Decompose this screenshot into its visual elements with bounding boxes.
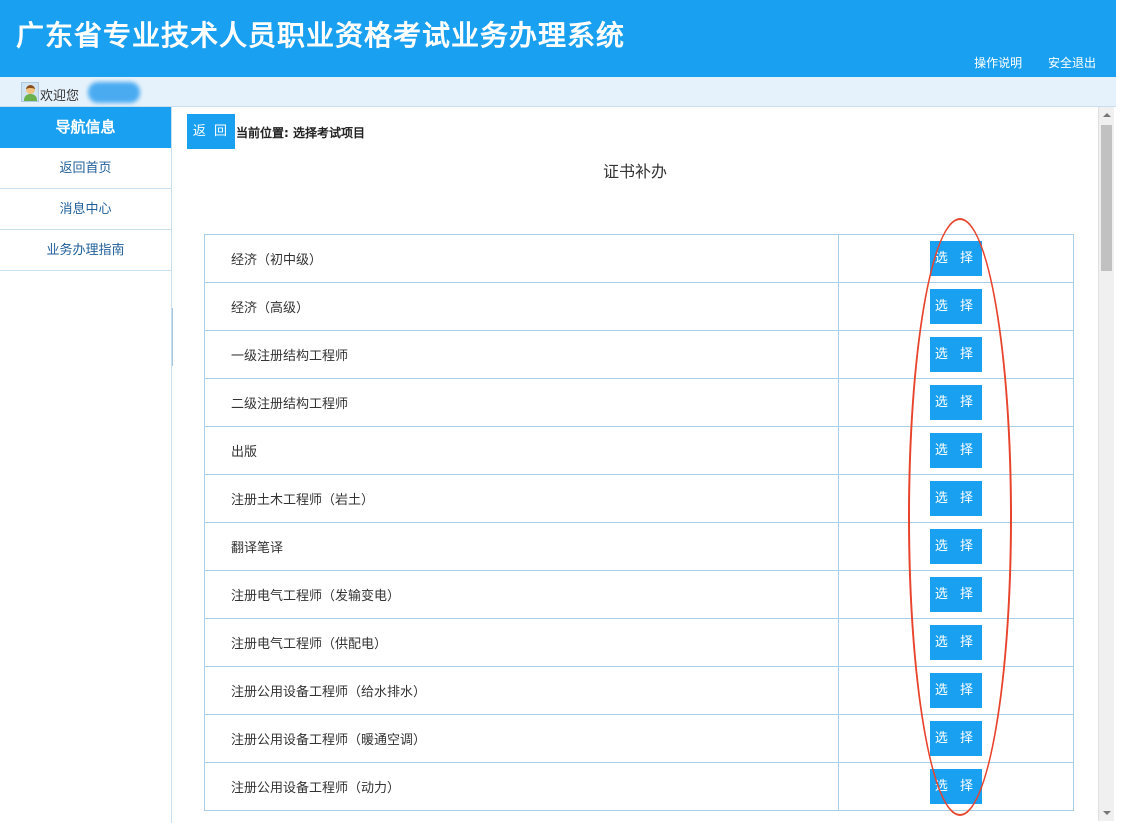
window-edge xyxy=(1116,0,1132,823)
table-row: 一级注册结构工程师 选 择 xyxy=(204,330,1074,379)
page-title: 证书补办 xyxy=(602,162,667,181)
exam-name: 注册公用设备工程师（给水排水） xyxy=(204,666,839,715)
sidebar: 导航信息 返回首页 消息中心 业务办理指南 xyxy=(0,107,172,823)
select-button[interactable]: 选 择 xyxy=(930,337,982,372)
exam-name: 出版 xyxy=(204,426,839,475)
logout-link[interactable]: 安全退出 xyxy=(1048,56,1096,70)
select-button[interactable]: 选 择 xyxy=(930,721,982,756)
system-title: 广东省专业技术人员职业资格考试业务办理系统 xyxy=(16,19,626,52)
nav-title: 导航信息 xyxy=(0,107,171,148)
table-row: 经济（初中级） 选 择 xyxy=(204,234,1074,283)
select-button[interactable]: 选 择 xyxy=(930,769,982,804)
redacted-username xyxy=(88,82,140,103)
table-row: 注册公用设备工程师（暖通空调） 选 择 xyxy=(204,714,1074,763)
table-row: 注册公用设备工程师（给水排水） 选 择 xyxy=(204,666,1074,715)
scroll-thumb[interactable] xyxy=(1101,125,1112,271)
scroll-up-icon[interactable] xyxy=(1103,113,1111,117)
select-button[interactable]: 选 择 xyxy=(930,625,982,660)
exam-name: 注册公用设备工程师（暖通空调） xyxy=(204,714,839,763)
help-link[interactable]: 操作说明 xyxy=(974,56,1022,70)
back-button[interactable]: 返 回 xyxy=(187,114,235,149)
table-row: 经济（高级） 选 择 xyxy=(204,282,1074,331)
header-links: 操作说明 安全退出 xyxy=(952,54,1096,71)
table-row: 出版 选 择 xyxy=(204,426,1074,475)
user-avatar-icon xyxy=(21,82,39,102)
table-row: 翻译笔译 选 择 xyxy=(204,522,1074,571)
table-row: 注册电气工程师（供配电） 选 择 xyxy=(204,618,1074,667)
select-button[interactable]: 选 择 xyxy=(930,529,982,564)
header: 广东省专业技术人员职业资格考试业务办理系统 操作说明 安全退出 xyxy=(0,0,1116,77)
select-button[interactable]: 选 择 xyxy=(930,433,982,468)
main-content: 返 回 当前位置: 选择考试项目 证书补办 经济（初中级） 选 择 经济（高级）… xyxy=(173,107,1097,823)
exam-name: 注册电气工程师（供配电） xyxy=(204,618,839,667)
welcome-text: 欢迎您 xyxy=(40,89,80,104)
welcome-bar: 欢迎您 xyxy=(0,77,1116,107)
scroll-down-icon[interactable] xyxy=(1103,811,1111,815)
exam-name: 翻译笔译 xyxy=(204,522,839,571)
vertical-scrollbar[interactable] xyxy=(1098,107,1114,821)
exam-name: 注册土木工程师（岩土） xyxy=(204,474,839,523)
sidebar-item-guide[interactable]: 业务办理指南 xyxy=(0,230,171,271)
table-row: 二级注册结构工程师 选 择 xyxy=(204,378,1074,427)
select-button[interactable]: 选 择 xyxy=(930,241,982,276)
exam-name: 二级注册结构工程师 xyxy=(204,378,839,427)
select-button[interactable]: 选 择 xyxy=(930,673,982,708)
select-button[interactable]: 选 择 xyxy=(930,481,982,516)
select-button[interactable]: 选 择 xyxy=(930,385,982,420)
sidebar-item-messages[interactable]: 消息中心 xyxy=(0,189,171,230)
sidebar-item-home[interactable]: 返回首页 xyxy=(0,148,171,189)
select-button[interactable]: 选 择 xyxy=(930,577,982,612)
breadcrumb: 当前位置: 选择考试项目 xyxy=(236,126,365,140)
table-row: 注册土木工程师（岩土） 选 择 xyxy=(204,474,1074,523)
select-button[interactable]: 选 择 xyxy=(930,289,982,324)
exam-name: 一级注册结构工程师 xyxy=(204,330,839,379)
exam-name: 注册电气工程师（发输变电） xyxy=(204,570,839,619)
exam-name: 经济（初中级） xyxy=(204,234,839,283)
exam-name: 经济（高级） xyxy=(204,282,839,331)
table-row: 注册电气工程师（发输变电） 选 择 xyxy=(204,570,1074,619)
exam-name: 注册公用设备工程师（动力） xyxy=(204,762,839,811)
table-row: 注册公用设备工程师（动力） 选 择 xyxy=(204,762,1074,811)
exam-table: 经济（初中级） 选 择 经济（高级） 选 择 一级注册结构工程师 选 择 二级注… xyxy=(204,234,1074,811)
